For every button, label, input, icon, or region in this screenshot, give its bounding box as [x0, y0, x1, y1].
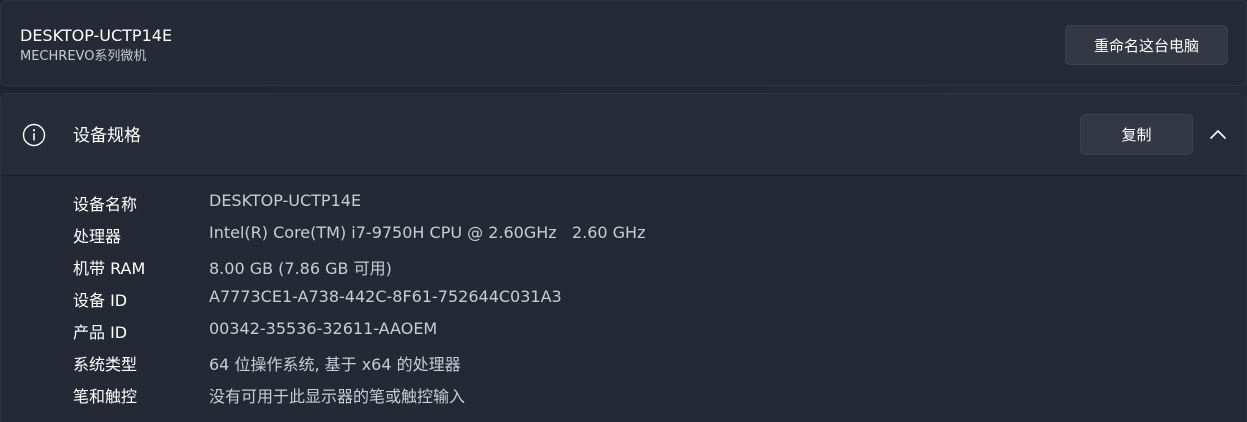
device-specs-header[interactable]: 设备规格 复制	[1, 94, 1246, 176]
spec-label: 产品 ID	[73, 323, 128, 342]
spec-value: Intel(R) Core(TM) i7-9750H CPU @ 2.60GHz…	[209, 223, 646, 242]
spec-label: 笔和触控	[73, 387, 138, 406]
spec-value: DESKTOP-UCTP14E	[209, 191, 362, 210]
spec-row-pen-touch: 笔和触控 没有可用于此显示器的笔或触控输入	[1, 377, 1246, 409]
spec-row-ram: 机带 RAM 8.00 GB (7.86 GB 可用)	[1, 249, 1246, 281]
info-icon	[22, 123, 46, 147]
device-specs-title: 设备规格	[73, 126, 141, 146]
device-name-card: DESKTOP-UCTP14E MECHREVO系列微机 重命名这台电脑	[0, 0, 1247, 86]
spec-row-product-id: 产品 ID 00342-35536-32611-AAOEM	[1, 313, 1246, 345]
spec-value: 没有可用于此显示器的笔或触控输入	[209, 387, 466, 406]
spec-value: 00342-35536-32611-AAOEM	[209, 319, 438, 338]
spec-label: 处理器	[73, 227, 122, 246]
pc-model: MECHREVO系列微机	[20, 49, 147, 64]
spec-label: 设备名称	[73, 195, 138, 214]
spec-row-device-id: 设备 ID A7773CE1-A738-442C-8F61-752644C031…	[1, 281, 1246, 313]
spec-row-device-name: 设备名称 DESKTOP-UCTP14E	[1, 185, 1246, 217]
spec-row-processor: 处理器 Intel(R) Core(TM) i7-9750H CPU @ 2.6…	[1, 217, 1246, 249]
device-specs-card: 设备规格 复制 设备名称 DESKTOP-UCTP14E 处理器 Intel(R…	[0, 93, 1247, 422]
spec-label: 系统类型	[73, 355, 138, 374]
chevron-up-icon[interactable]	[1206, 124, 1230, 144]
rename-pc-button[interactable]: 重命名这台电脑	[1065, 25, 1228, 65]
spec-label: 设备 ID	[73, 291, 128, 310]
spec-value: 8.00 GB (7.86 GB 可用)	[209, 259, 392, 278]
spec-row-system-type: 系统类型 64 位操作系统, 基于 x64 的处理器	[1, 345, 1246, 377]
spec-value: 64 位操作系统, 基于 x64 的处理器	[209, 355, 461, 374]
about-page: DESKTOP-UCTP14E MECHREVO系列微机 重命名这台电脑 设备规…	[0, 0, 1247, 422]
spec-value: A7773CE1-A738-442C-8F61-752644C031A3	[209, 287, 562, 306]
spec-label: 机带 RAM	[73, 259, 146, 278]
copy-button[interactable]: 复制	[1080, 114, 1193, 155]
pc-name: DESKTOP-UCTP14E	[20, 26, 173, 45]
